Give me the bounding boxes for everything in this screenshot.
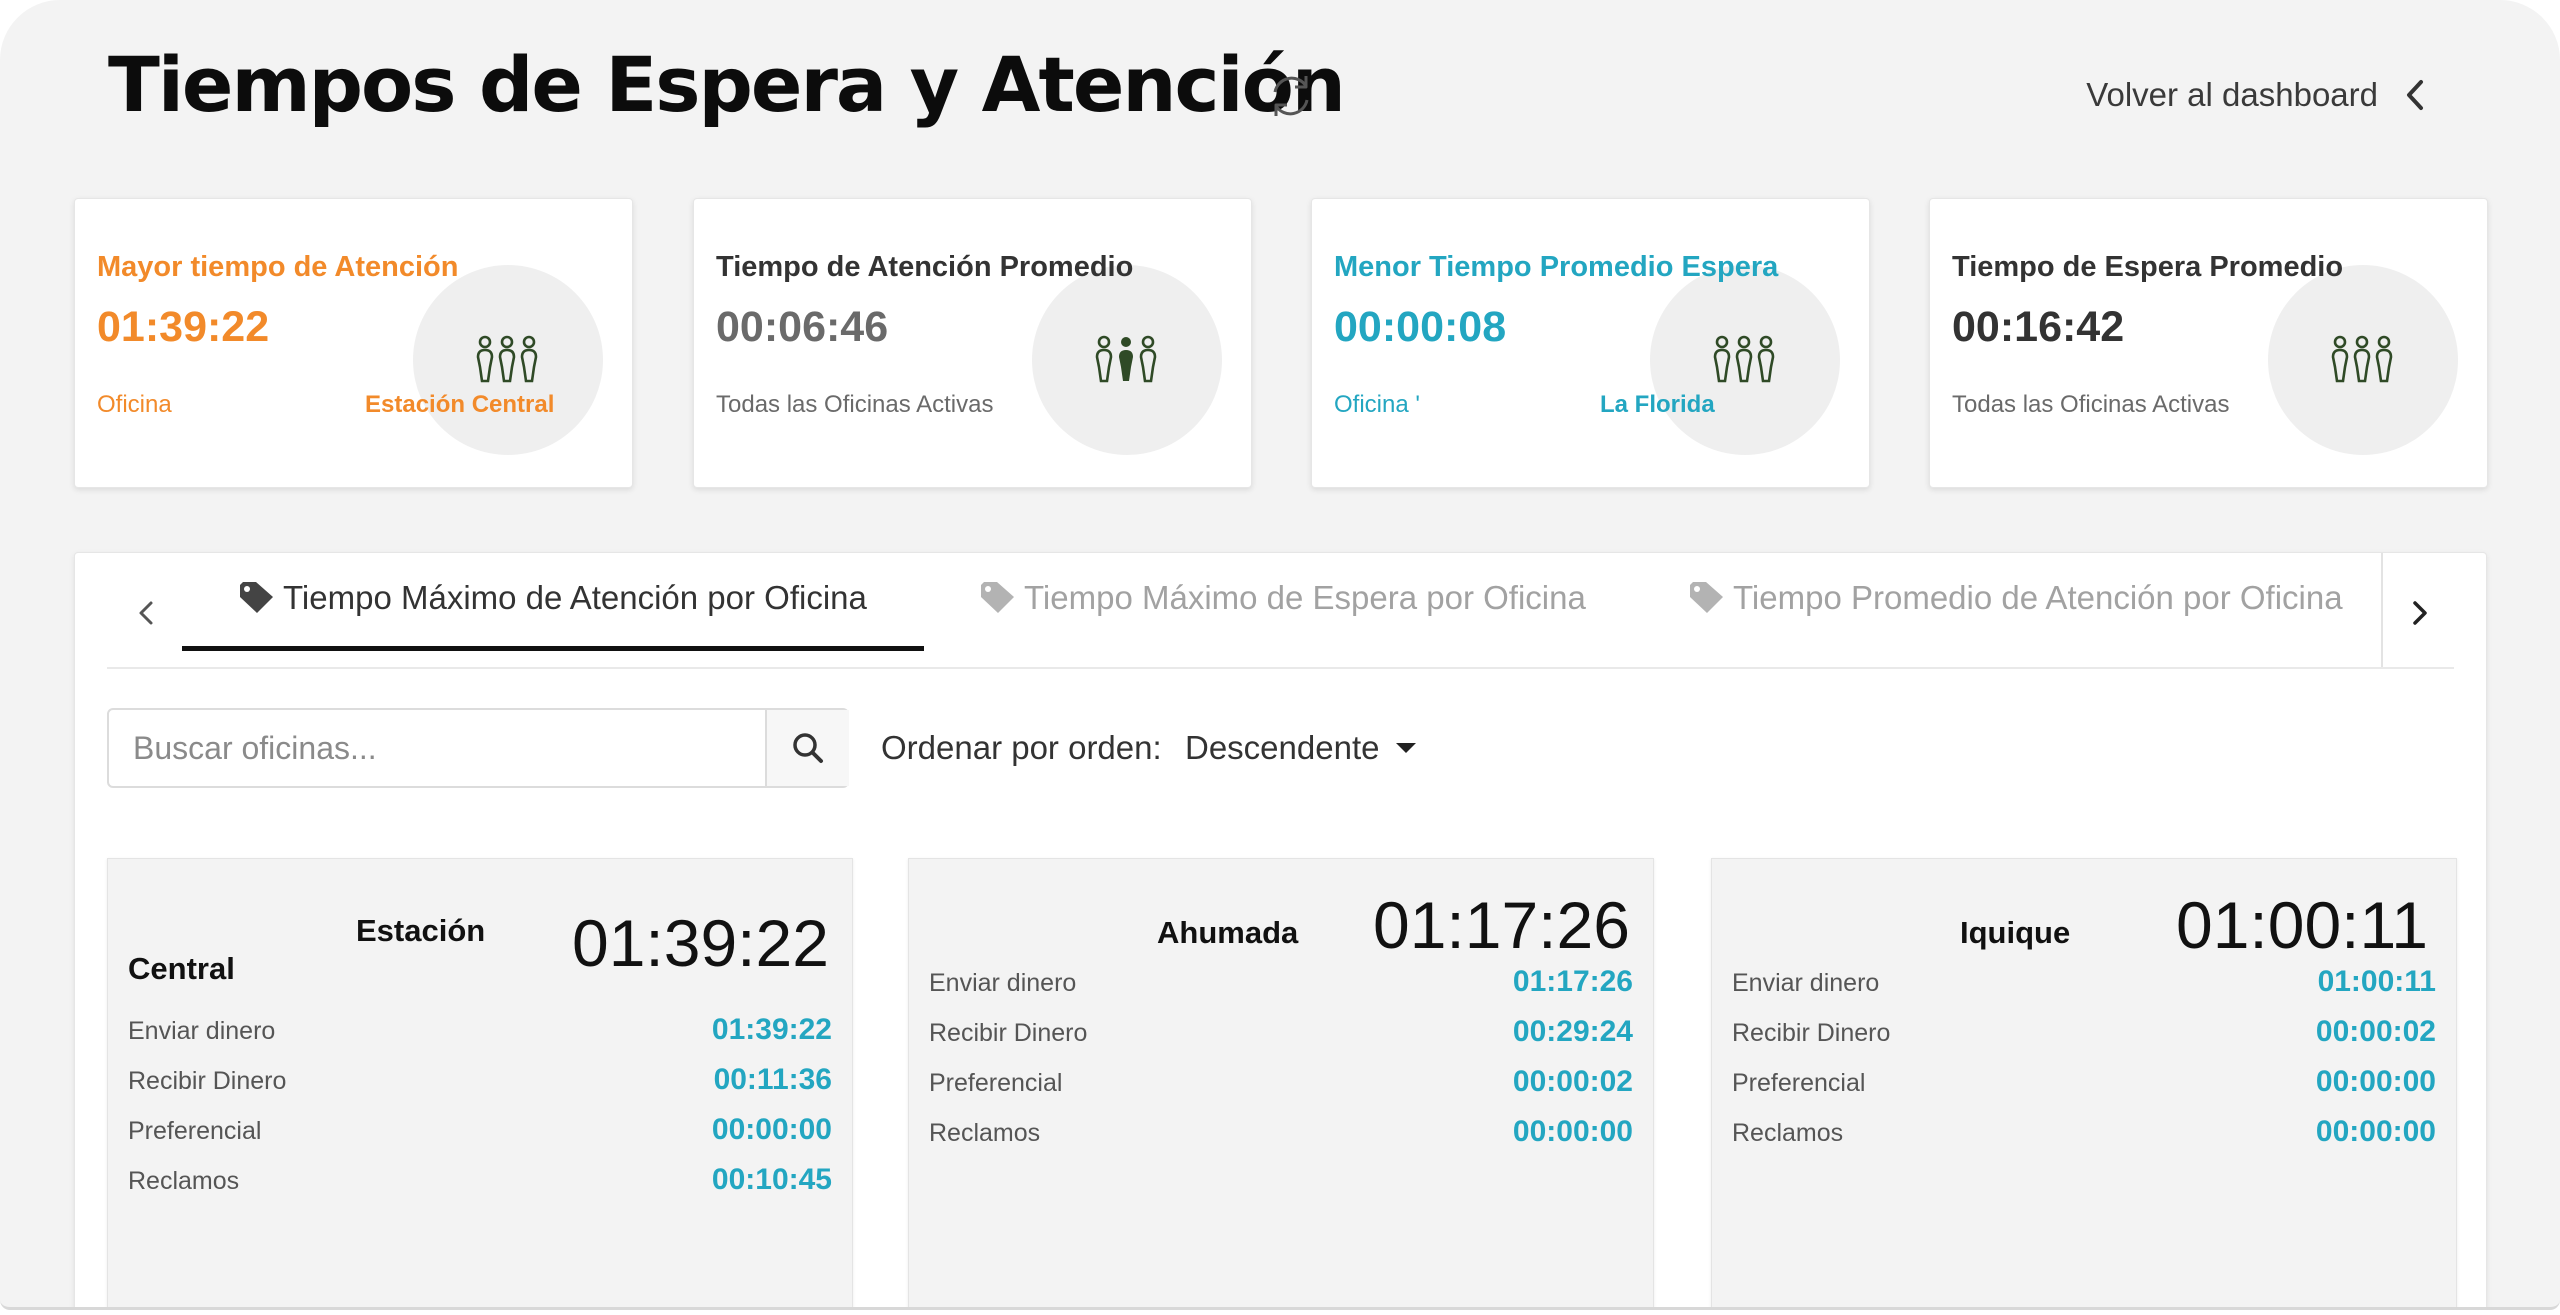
service-time: 00:10:45 — [711, 1163, 832, 1196]
service-label: Preferencial — [1732, 1069, 1866, 1097]
service-time: 00:00:02 — [2315, 1015, 2436, 1048]
search-icon — [793, 733, 823, 763]
page-title: Tiempos de Espera y Atención — [108, 40, 1346, 129]
sort-selected-value: Descendente — [1185, 729, 1380, 766]
tab-scroll-separator — [2381, 553, 2383, 669]
service-label: Reclamos — [929, 1119, 1041, 1147]
tag-icon — [1690, 582, 1723, 613]
service-label: Recibir Dinero — [1732, 1019, 1891, 1047]
service-label: Recibir Dinero — [128, 1067, 287, 1095]
tab-label: Tiempo Máximo de Espera por Oficina — [1024, 579, 1586, 616]
people-group-icon — [476, 335, 538, 383]
kpi-value: 00:16:42 — [1952, 303, 2125, 351]
tab-next-chevron-icon[interactable] — [2405, 593, 2435, 633]
service-time: 00:00:00 — [2315, 1065, 2436, 1098]
tab-max-wait[interactable]: Tiempo Máximo de Espera por Oficina — [978, 579, 1586, 617]
service-label: Enviar dinero — [929, 969, 1077, 997]
back-link-label: Volver al dashboard — [2086, 76, 2378, 113]
kpi-title: Mayor tiempo de Atención — [97, 251, 459, 283]
service-time: 01:39:22 — [711, 1013, 832, 1046]
kpi-card-avg-wait: Tiempo de Espera Promedio 00:16:42 Todas… — [1929, 198, 2488, 488]
service-time: 00:11:36 — [713, 1063, 832, 1096]
search-group — [107, 708, 849, 788]
search-input[interactable] — [109, 710, 765, 786]
kpi-card-max-attention: Mayor tiempo de Atención 01:39:22 Oficin… — [74, 198, 633, 488]
service-time: 00:00:00 — [1512, 1115, 1633, 1148]
kpi-card-min-wait: Menor Tiempo Promedio Espera 00:00:08 Of… — [1311, 198, 1870, 488]
kpi-value: 00:00:08 — [1334, 303, 1507, 351]
refresh-icon[interactable] — [1265, 70, 1317, 122]
active-tab-indicator — [182, 646, 924, 651]
tab-label: Tiempo Promedio de Atención por Oficina — [1733, 579, 2343, 616]
office-card-ahumada[interactable]: Ahumada 01:17:26 Enviar dinero 01:17:26 … — [908, 858, 1654, 1307]
office-total-time: 01:17:26 — [1373, 888, 1630, 962]
kpi-title: Tiempo de Espera Promedio — [1952, 251, 2344, 283]
office-times-panel: Tiempo Máximo de Atención por Oficina Ti… — [74, 552, 2487, 1307]
service-label: Preferencial — [128, 1117, 262, 1145]
tab-label: Tiempo Máximo de Atención por Oficina — [283, 579, 867, 616]
service-label: Enviar dinero — [128, 1017, 276, 1045]
service-label: Reclamos — [128, 1167, 240, 1195]
sort-label: Ordenar por orden: — [881, 729, 1162, 766]
service-label: Enviar dinero — [1732, 969, 1880, 997]
service-label: Preferencial — [929, 1069, 1063, 1097]
app-frame: Tiempos de Espera y Atención Volver al d… — [0, 0, 2560, 1310]
service-time: 00:00:00 — [711, 1113, 832, 1146]
office-total-time: 01:39:22 — [572, 906, 829, 980]
kpi-office-name: Estación Central — [365, 391, 555, 418]
service-time: 00:00:02 — [1512, 1065, 1633, 1098]
office-card-estacion-central[interactable]: Estación Central 01:39:22 Enviar dinero … — [107, 858, 853, 1307]
kpi-value: 01:39:22 — [97, 303, 270, 351]
kpi-value: 00:06:46 — [716, 303, 889, 351]
back-to-dashboard-link[interactable]: Volver al dashboard — [2086, 76, 2428, 114]
service-time: 00:29:24 — [1512, 1015, 1633, 1048]
service-time: 00:00:00 — [2315, 1115, 2436, 1148]
service-label: Reclamos — [1732, 1119, 1844, 1147]
kpi-title: Tiempo de Atención Promedio — [716, 251, 1134, 283]
office-total-time: 01:00:11 — [2176, 888, 2429, 962]
office-card-iquique[interactable]: Iquique 01:00:11 Enviar dinero 01:00:11 … — [1711, 858, 2457, 1307]
kpi-title: Menor Tiempo Promedio Espera — [1334, 251, 1779, 283]
service-label: Recibir Dinero — [929, 1019, 1088, 1047]
kpi-sub-label: Oficina — [97, 391, 172, 418]
tag-icon — [981, 582, 1014, 613]
caret-down-icon — [1396, 743, 1417, 753]
service-time: 01:17:26 — [1512, 965, 1633, 998]
tab-avg-attention[interactable]: Tiempo Promedio de Atención por Oficina — [1687, 579, 2343, 617]
people-group-icon — [2331, 335, 2393, 383]
kpi-sub-label: Todas las Oficinas Activas — [1952, 391, 2230, 418]
tabs-divider — [107, 667, 2454, 669]
office-name: Iquique — [1960, 915, 2071, 950]
office-name: Ahumada — [1157, 915, 1299, 950]
sort-order-dropdown[interactable]: Descendente — [1185, 729, 1417, 767]
people-group-icon — [1095, 335, 1157, 383]
service-time: 01:00:11 — [2317, 965, 2436, 998]
chevron-left-icon — [2407, 80, 2423, 110]
kpi-sub-label: Oficina ' — [1334, 391, 1420, 418]
tab-max-attention[interactable]: Tiempo Máximo de Atención por Oficina — [237, 579, 867, 617]
kpi-sub-label: Todas las Oficinas Activas — [716, 391, 994, 418]
tag-icon — [240, 582, 273, 613]
people-group-icon — [1713, 335, 1775, 383]
tab-prev-chevron-icon[interactable] — [131, 593, 161, 633]
kpi-office-name: La Florida — [1600, 391, 1715, 418]
office-name: Estación — [356, 913, 486, 948]
kpi-card-avg-attention: Tiempo de Atención Promedio 00:06:46 Tod… — [693, 198, 1252, 488]
search-button[interactable] — [765, 710, 849, 786]
office-name-line2: Central — [128, 951, 235, 986]
